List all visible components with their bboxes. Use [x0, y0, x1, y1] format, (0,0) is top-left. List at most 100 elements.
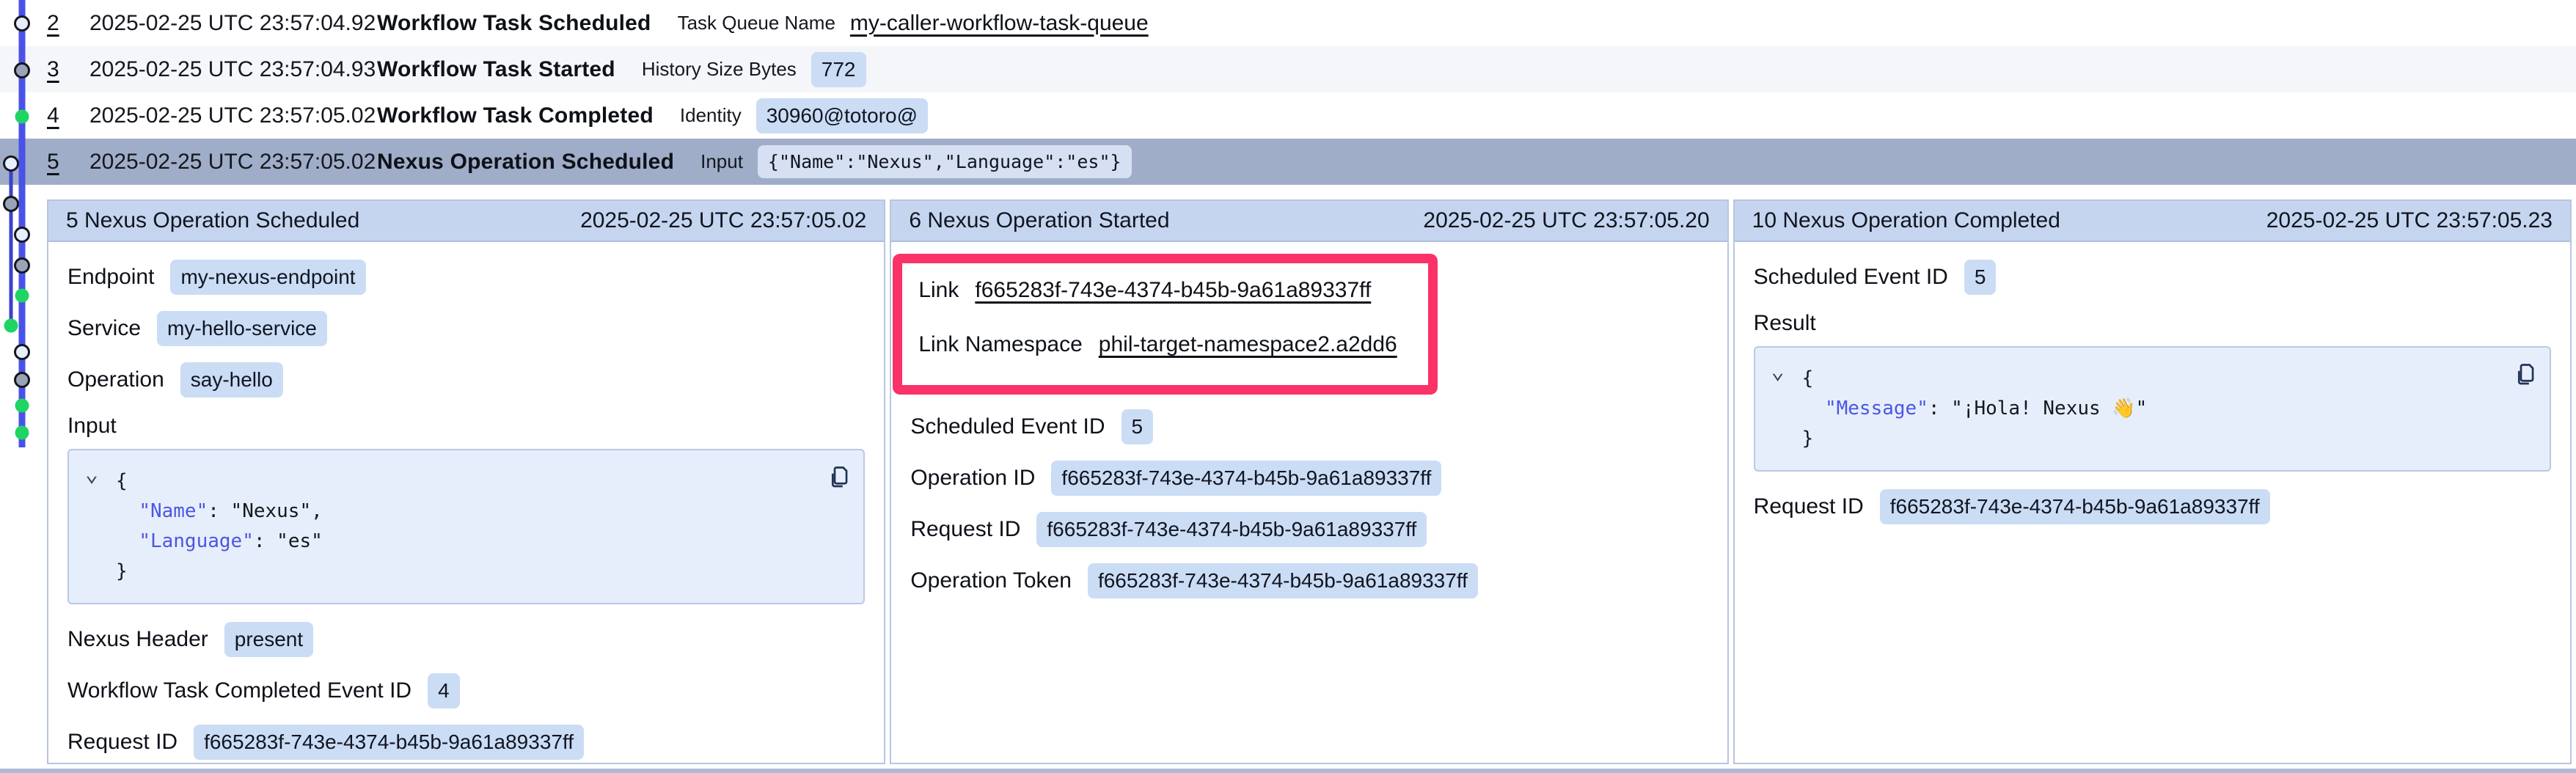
- panel-timestamp: 2025-02-25 UTC 23:57:05.02: [580, 208, 866, 233]
- event-detail-panels: 5 Nexus Operation Scheduled 2025-02-25 UT…: [47, 199, 2572, 764]
- event-detail-panel: 6 Nexus Operation Started 2025-02-25 UTC …: [890, 199, 1728, 764]
- code-line: {: [1802, 364, 2498, 394]
- copy-icon: [824, 462, 850, 488]
- detail-label: Result: [1754, 311, 2551, 336]
- detail-badge: 5: [1964, 260, 1997, 295]
- detail-label: Nexus Header: [67, 627, 208, 652]
- json-key: "Message": [1825, 398, 1928, 420]
- detail-row: Service my-hello-service: [67, 311, 865, 346]
- detail-row: Workflow Task Completed Event ID4: [67, 673, 865, 708]
- code-line: }: [116, 557, 812, 587]
- detail-label: Request ID: [1754, 494, 1864, 519]
- event-name: Workflow Task Completed: [377, 103, 654, 128]
- detail-row: Operation ID f665283f-743e-4374-b45b-9a61…: [910, 461, 1708, 496]
- detail-badge: 5: [1121, 409, 1154, 444]
- event-attribute-badge: 772: [811, 52, 866, 87]
- code-block: ⌄ { "Message": "¡Hola! Nexus 👋"}: [1754, 346, 2551, 472]
- detail-link[interactable]: phil-target-namespace2.a2dd6: [1099, 332, 1397, 357]
- detail-row: Scheduled Event ID5: [1754, 260, 2551, 295]
- code-line: {: [116, 466, 812, 497]
- panel-header: 5 Nexus Operation Scheduled 2025-02-25 UT…: [48, 201, 884, 242]
- event-name: Workflow Task Scheduled: [377, 11, 651, 36]
- chevron-down-icon[interactable]: ⌄: [1771, 361, 1785, 383]
- event-detail-panel: 5 Nexus Operation Scheduled 2025-02-25 UT…: [47, 199, 885, 764]
- panel-title: 10 Nexus Operation Completed: [1752, 208, 2060, 233]
- detail-row: Link Namespacephil-target-namespace2.a2d…: [918, 328, 1397, 362]
- detail-row: Endpoint my-nexus-endpoint: [67, 260, 865, 295]
- event-timestamp: 2025-02-25 UTC 23:57:04.93: [89, 57, 377, 82]
- code-line: "Name": "Nexus",: [116, 497, 812, 527]
- detail-label: Input: [67, 414, 865, 439]
- detail-row: Linkf665283f-743e-4374-b45b-9a61a89337ff: [918, 274, 1397, 307]
- event-timestamp: 2025-02-25 UTC 23:57:05.02: [89, 150, 377, 175]
- highlight-box: Linkf665283f-743e-4374-b45b-9a61a89337ff…: [893, 254, 1437, 395]
- event-id-link[interactable]: 4: [47, 103, 66, 128]
- detail-badge: f665283f-743e-4374-b45b-9a61a89337ff: [1088, 563, 1478, 598]
- detail-label: Operation Token: [910, 568, 1072, 593]
- copy-icon: [2510, 359, 2536, 386]
- event-id-link[interactable]: 2: [47, 11, 66, 36]
- event-id-link[interactable]: 3: [47, 57, 66, 82]
- event-timestamp: 2025-02-25 UTC 23:57:05.02: [89, 103, 377, 128]
- event-row[interactable]: 5 2025-02-25 UTC 23:57:05.02Nexus Operati…: [0, 139, 2576, 185]
- detail-row: Operation Token f665283f-743e-4374-b45b-9…: [910, 563, 1708, 598]
- panel-timestamp: 2025-02-25 UTC 23:57:05.23: [2266, 208, 2553, 233]
- code-line: "Message": "¡Hola! Nexus 👋": [1802, 394, 2498, 424]
- panel-body: Scheduled Event ID5 Result ⌄ { "Message": "…: [1735, 242, 2570, 558]
- detail-link[interactable]: f665283f-743e-4374-b45b-9a61a89337ff: [975, 278, 1371, 303]
- detail-code-section: Input ⌄ { "Name": "Nexus", "Language": "es…: [67, 414, 865, 604]
- code-line: "Language": "es": [116, 527, 812, 557]
- detail-label: Operation: [67, 367, 164, 392]
- panel-title: 6 Nexus Operation Started: [909, 208, 1169, 233]
- workflow-history-view: 22025-02-25 UTC 23:57:04.92Workflow Task…: [0, 0, 2576, 773]
- event-detail-section: 5 Nexus Operation Scheduled 2025-02-25 UT…: [0, 185, 2576, 773]
- code-line: }: [1802, 424, 2498, 454]
- detail-row: Request ID f665283f-743e-4374-b45b-9a61a8…: [910, 512, 1708, 547]
- chevron-down-icon[interactable]: ⌄: [85, 464, 98, 486]
- detail-label: Request ID: [910, 517, 1020, 542]
- detail-badge: my-hello-service: [157, 311, 327, 346]
- detail-row: Scheduled Event ID 5: [910, 409, 1708, 444]
- event-name: Nexus Operation Scheduled: [377, 150, 674, 175]
- detail-row: Operationsay-hello: [67, 362, 865, 398]
- panel-timestamp: 2025-02-25 UTC 23:57:05.20: [1423, 208, 1709, 233]
- copy-button[interactable]: [2510, 359, 2536, 386]
- event-list: 22025-02-25 UTC 23:57:04.92Workflow Task…: [0, 0, 2576, 185]
- detail-badge: f665283f-743e-4374-b45b-9a61a89337ff: [1051, 461, 1441, 496]
- detail-badge: f665283f-743e-4374-b45b-9a61a89337ff: [1036, 512, 1427, 547]
- detail-label: Scheduled Event ID: [910, 414, 1105, 439]
- event-attribute-label: Task Queue Name: [678, 12, 835, 34]
- detail-row: Nexus Header present: [67, 622, 865, 657]
- event-attribute-label: Identity: [680, 104, 742, 127]
- event-attribute-label: Input: [700, 150, 743, 173]
- detail-row: Request IDf665283f-743e-4374-b45b-9a61a8…: [1754, 489, 2551, 524]
- event-attribute-badge: {"Name":"Nexus","Language":"es"}: [758, 145, 1132, 178]
- panel-body: Linkf665283f-743e-4374-b45b-9a61a89337ff…: [891, 242, 1727, 632]
- detail-badge: present: [224, 622, 313, 657]
- detail-code-section: Result ⌄ { "Message": "¡Hola! Nexus 👋"}: [1754, 311, 2551, 472]
- event-attribute-link[interactable]: my-caller-workflow-task-queue: [850, 11, 1149, 36]
- event-row[interactable]: 2 2025-02-25 UTC 23:57:04.92Workflow Task…: [0, 0, 2576, 46]
- event-timestamp: 2025-02-25 UTC 23:57:04.92: [89, 11, 377, 36]
- event-row[interactable]: 4 2025-02-25 UTC 23:57:05.02Workflow Task…: [0, 92, 2576, 139]
- detail-row: Request IDf665283f-743e-4374-b45b-9a61a8…: [67, 725, 865, 760]
- event-id-link[interactable]: 5: [47, 150, 66, 175]
- panel-header: 6 Nexus Operation Started 2025-02-25 UTC …: [891, 201, 1727, 242]
- panel-body: Endpoint my-nexus-endpoint Service my-hello…: [48, 242, 884, 764]
- event-row[interactable]: 3 2025-02-25 UTC 23:57:04.93Workflow Task…: [0, 46, 2576, 92]
- detail-label: Service: [67, 316, 141, 341]
- code-block: ⌄ { "Name": "Nexus", "Language": "es"}: [67, 449, 865, 604]
- event-attribute-badge: 30960@totoro@: [756, 98, 928, 133]
- json-key: "Language": [139, 530, 254, 552]
- event-name: Workflow Task Started: [377, 57, 615, 82]
- panel-header: 10 Nexus Operation Completed 2025-02-25 U…: [1735, 201, 2570, 242]
- detail-label: Operation ID: [910, 466, 1035, 491]
- detail-label: Request ID: [67, 730, 178, 755]
- detail-badge: my-nexus-endpoint: [170, 260, 365, 295]
- code-content: { "Message": "¡Hola! Nexus 👋"}: [1802, 364, 2498, 454]
- json-key: "Name": [139, 500, 208, 522]
- event-detail-panel: 10 Nexus Operation Completed 2025-02-25 U…: [1733, 199, 2572, 764]
- detail-label: Endpoint: [67, 265, 154, 290]
- copy-button[interactable]: [824, 462, 850, 488]
- panel-title: 5 Nexus Operation Scheduled: [66, 208, 359, 233]
